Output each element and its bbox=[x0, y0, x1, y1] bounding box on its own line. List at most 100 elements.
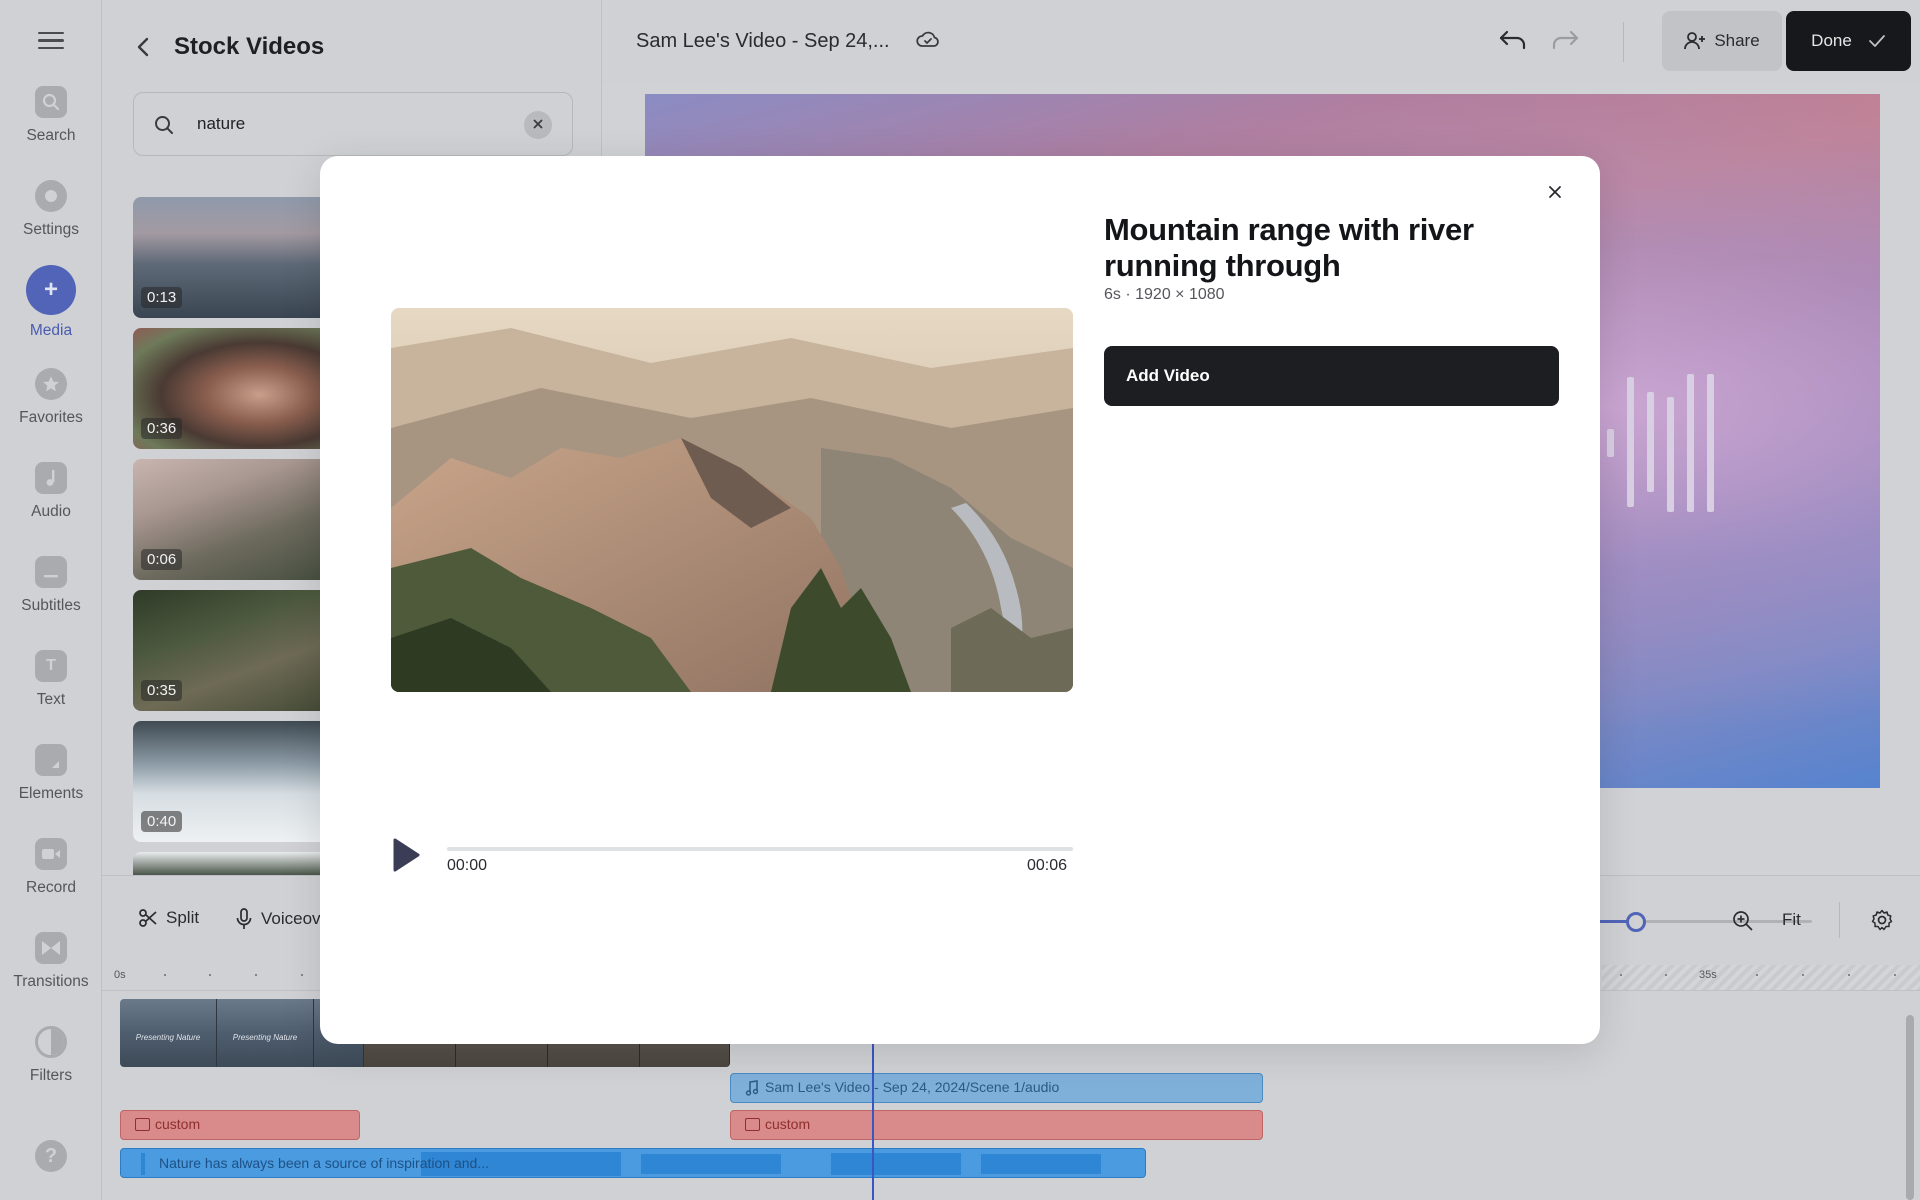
rail-label-filters: Filters bbox=[29, 1067, 73, 1084]
rail-item-transitions[interactable]: Transitions bbox=[0, 932, 102, 991]
rail-item-audio[interactable]: Audio bbox=[0, 462, 102, 521]
cloud-saved-icon bbox=[916, 30, 940, 55]
rail-item-filters[interactable]: Filters bbox=[0, 1026, 102, 1085]
rail-label-record: Record bbox=[26, 879, 76, 896]
divider bbox=[1839, 902, 1840, 938]
share-label: Share bbox=[1714, 31, 1760, 50]
hamburger-menu-icon[interactable] bbox=[38, 32, 64, 52]
voiceover-label: Voiceov bbox=[261, 909, 321, 928]
image-icon bbox=[745, 1118, 760, 1131]
video-clip[interactable]: Presenting Nature bbox=[120, 999, 217, 1067]
voiceover-clip[interactable]: Nature has always been a source of inspi… bbox=[120, 1148, 1146, 1178]
add-person-icon bbox=[1684, 32, 1706, 50]
undo-icon[interactable] bbox=[1498, 28, 1528, 57]
zoom-slider[interactable] bbox=[1592, 920, 1812, 923]
microphone-icon bbox=[236, 908, 252, 929]
zoom-slider-handle[interactable] bbox=[1626, 912, 1646, 932]
audio-clip-label: Sam Lee's Video - Sep 24, 2024/Scene 1/a… bbox=[765, 1079, 1060, 1095]
rail-label-media: Media bbox=[29, 322, 73, 339]
custom-clip[interactable]: custom bbox=[730, 1110, 1263, 1140]
search-icon bbox=[154, 115, 174, 140]
add-video-button[interactable]: Add Video bbox=[1104, 346, 1559, 406]
playback-progress-bar[interactable] bbox=[447, 847, 1073, 851]
music-note-icon bbox=[35, 462, 67, 494]
rail-label-subtitles: Subtitles bbox=[21, 597, 81, 614]
rail-label-settings: Settings bbox=[22, 221, 79, 238]
duration-badge: 0:36 bbox=[141, 418, 183, 439]
clip-caption: Presenting Nature bbox=[135, 1033, 201, 1042]
audio-waveform-graphic bbox=[1607, 372, 1727, 512]
rail-label-audio: Audio bbox=[31, 503, 71, 520]
playhead[interactable] bbox=[872, 1044, 874, 1200]
divider bbox=[1623, 22, 1624, 62]
rail-item-settings[interactable]: Settings bbox=[0, 180, 102, 239]
video-meta: 6s · 1920 × 1080 bbox=[1104, 286, 1225, 303]
rail-item-search[interactable]: Search bbox=[0, 86, 102, 145]
transitions-icon bbox=[35, 932, 67, 964]
search-icon bbox=[35, 86, 67, 118]
duration-badge: 0:13 bbox=[141, 287, 183, 308]
plus-icon: + bbox=[26, 265, 76, 315]
video-title: Mountain range with river running throug… bbox=[1104, 212, 1474, 283]
rail-label-transitions: Transitions bbox=[13, 973, 89, 990]
panel-title: Stock Videos bbox=[174, 33, 325, 60]
gear-icon bbox=[35, 180, 67, 212]
search-input[interactable] bbox=[197, 114, 497, 134]
checkmark-icon bbox=[1868, 35, 1885, 47]
fit-button[interactable]: Fit bbox=[1782, 910, 1801, 930]
audio-clip[interactable]: Sam Lee's Video - Sep 24, 2024/Scene 1/a… bbox=[730, 1073, 1263, 1103]
video-clip[interactable]: Presenting Nature bbox=[217, 999, 314, 1067]
rail-label-elements: Elements bbox=[18, 785, 84, 802]
search-box bbox=[133, 92, 573, 156]
clear-search-icon[interactable] bbox=[524, 111, 552, 139]
rail-item-record[interactable]: Record bbox=[0, 838, 102, 897]
text-icon: T bbox=[35, 650, 67, 682]
share-button[interactable]: Share bbox=[1662, 11, 1782, 71]
rail-item-elements[interactable]: Elements bbox=[0, 744, 102, 803]
voiceover-button[interactable]: Voiceov bbox=[235, 908, 321, 930]
redo-icon[interactable] bbox=[1550, 28, 1580, 57]
rail-item-favorites[interactable]: Favorites bbox=[0, 368, 102, 427]
subtitles-icon bbox=[35, 556, 67, 588]
total-time: 00:06 bbox=[1027, 857, 1068, 874]
timeline-scrollbar[interactable] bbox=[1906, 1015, 1914, 1200]
music-note-icon bbox=[745, 1080, 759, 1096]
done-button[interactable]: Done bbox=[1786, 11, 1911, 71]
star-icon bbox=[35, 368, 67, 400]
video-preview-modal: Mountain range with river running throug… bbox=[320, 156, 1600, 1044]
gear-icon[interactable] bbox=[1871, 909, 1893, 936]
duration-badge: 0:35 bbox=[141, 680, 183, 701]
image-icon bbox=[135, 1118, 150, 1131]
voiceover-clip-label: Nature has always been a source of inspi… bbox=[159, 1155, 489, 1171]
done-label: Done bbox=[1811, 31, 1852, 50]
record-icon bbox=[35, 838, 67, 870]
duration-badge: 0:06 bbox=[141, 549, 183, 570]
back-chevron-icon[interactable] bbox=[136, 36, 150, 65]
custom-clip[interactable]: custom bbox=[120, 1110, 360, 1140]
rail-item-text[interactable]: T Text bbox=[0, 650, 102, 709]
split-button[interactable]: Split bbox=[138, 908, 199, 928]
rail-item-subtitles[interactable]: Subtitles bbox=[0, 556, 102, 615]
ruler-start-label: 0s bbox=[114, 969, 126, 981]
custom-clip-label: custom bbox=[155, 1116, 201, 1132]
scissors-icon bbox=[139, 909, 157, 927]
rail-item-media[interactable]: + Media bbox=[0, 265, 102, 340]
rail-label-search: Search bbox=[26, 127, 76, 144]
clip-caption: Presenting Nature bbox=[232, 1033, 298, 1042]
elements-icon bbox=[35, 744, 67, 776]
video-preview[interactable] bbox=[391, 308, 1073, 692]
zoom-in-icon[interactable] bbox=[1732, 910, 1754, 937]
play-icon[interactable] bbox=[390, 836, 424, 874]
project-title[interactable]: Sam Lee's Video - Sep 24,... bbox=[636, 30, 890, 53]
left-rail: Search Settings + Media Favorites Audio … bbox=[0, 0, 102, 1200]
help-icon[interactable]: ? bbox=[35, 1140, 67, 1172]
split-label: Split bbox=[166, 908, 200, 927]
close-icon[interactable] bbox=[1541, 178, 1569, 206]
duration-badge: 0:40 bbox=[141, 811, 183, 832]
mountain-video-frame bbox=[391, 308, 1073, 692]
custom-clip-label: custom bbox=[765, 1116, 811, 1132]
filters-icon bbox=[35, 1026, 67, 1058]
rail-label-text: Text bbox=[36, 691, 66, 708]
current-time: 00:00 bbox=[447, 857, 488, 874]
ruler-end-label: 35s bbox=[1699, 969, 1717, 981]
